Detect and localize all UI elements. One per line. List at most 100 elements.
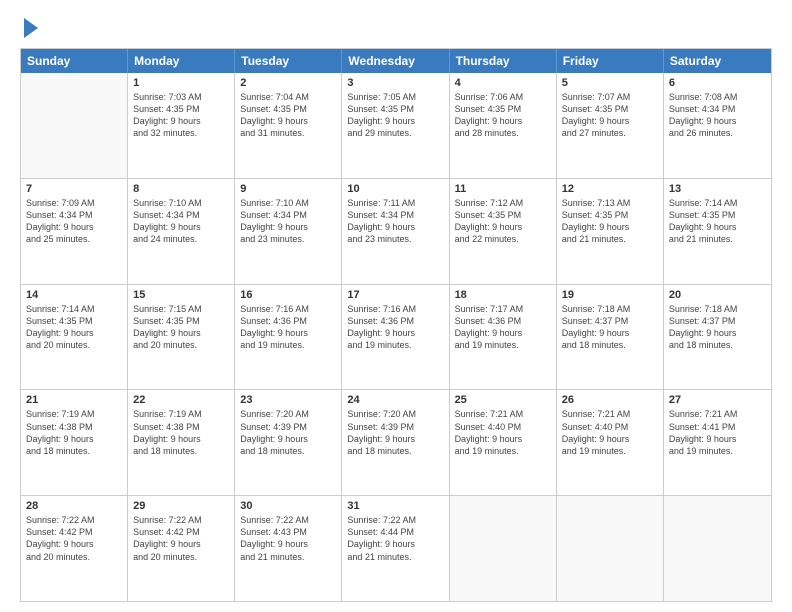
day-number: 3	[347, 77, 443, 89]
calendar-cell: 31 Sunrise: 7:22 AM Sunset: 4:44 PM Dayli…	[342, 496, 449, 601]
day-info: Sunrise: 7:20 AM Sunset: 4:39 PM Dayligh…	[240, 408, 336, 457]
day-info: Sunrise: 7:09 AM Sunset: 4:34 PM Dayligh…	[26, 197, 122, 246]
day-info: Sunrise: 7:16 AM Sunset: 4:36 PM Dayligh…	[347, 303, 443, 352]
logo	[20, 16, 38, 38]
day-number: 22	[133, 394, 229, 406]
calendar-row-1: 7 Sunrise: 7:09 AM Sunset: 4:34 PM Daylig…	[21, 178, 771, 284]
day-number: 16	[240, 289, 336, 301]
calendar-cell: 12 Sunrise: 7:13 AM Sunset: 4:35 PM Dayli…	[557, 179, 664, 284]
calendar-cell	[21, 73, 128, 178]
calendar-cell: 3 Sunrise: 7:05 AM Sunset: 4:35 PM Daylig…	[342, 73, 449, 178]
calendar-row-4: 28 Sunrise: 7:22 AM Sunset: 4:42 PM Dayli…	[21, 495, 771, 601]
day-info: Sunrise: 7:06 AM Sunset: 4:35 PM Dayligh…	[455, 91, 551, 140]
calendar-cell: 24 Sunrise: 7:20 AM Sunset: 4:39 PM Dayli…	[342, 390, 449, 495]
calendar-cell: 27 Sunrise: 7:21 AM Sunset: 4:41 PM Dayli…	[664, 390, 771, 495]
day-number: 24	[347, 394, 443, 406]
calendar-cell: 2 Sunrise: 7:04 AM Sunset: 4:35 PM Daylig…	[235, 73, 342, 178]
day-number: 2	[240, 77, 336, 89]
day-header-tuesday: Tuesday	[235, 49, 342, 73]
day-number: 18	[455, 289, 551, 301]
calendar-cell	[664, 496, 771, 601]
day-info: Sunrise: 7:22 AM Sunset: 4:42 PM Dayligh…	[133, 514, 229, 563]
day-number: 11	[455, 183, 551, 195]
day-number: 28	[26, 500, 122, 512]
day-header-monday: Monday	[128, 49, 235, 73]
day-number: 14	[26, 289, 122, 301]
calendar-cell: 15 Sunrise: 7:15 AM Sunset: 4:35 PM Dayli…	[128, 285, 235, 390]
day-number: 8	[133, 183, 229, 195]
day-header-sunday: Sunday	[21, 49, 128, 73]
calendar-cell: 25 Sunrise: 7:21 AM Sunset: 4:40 PM Dayli…	[450, 390, 557, 495]
calendar-cell: 8 Sunrise: 7:10 AM Sunset: 4:34 PM Daylig…	[128, 179, 235, 284]
calendar-cell	[450, 496, 557, 601]
calendar-row-3: 21 Sunrise: 7:19 AM Sunset: 4:38 PM Dayli…	[21, 389, 771, 495]
day-number: 26	[562, 394, 658, 406]
calendar-body: 1Sunrise: 7:03 AM Sunset: 4:35 PM Daylig…	[21, 73, 771, 601]
calendar-cell: 29 Sunrise: 7:22 AM Sunset: 4:42 PM Dayli…	[128, 496, 235, 601]
day-number: 30	[240, 500, 336, 512]
day-header-friday: Friday	[557, 49, 664, 73]
day-info: Sunrise: 7:18 AM Sunset: 4:37 PM Dayligh…	[669, 303, 766, 352]
day-number: 6	[669, 77, 766, 89]
day-number: 27	[669, 394, 766, 406]
day-info: Sunrise: 7:13 AM Sunset: 4:35 PM Dayligh…	[562, 197, 658, 246]
day-info: Sunrise: 7:22 AM Sunset: 4:43 PM Dayligh…	[240, 514, 336, 563]
calendar-cell: 18Sunrise: 7:17 AM Sunset: 4:36 PM Dayli…	[450, 285, 557, 390]
day-info: Sunrise: 7:22 AM Sunset: 4:44 PM Dayligh…	[347, 514, 443, 563]
day-number: 25	[455, 394, 551, 406]
calendar-cell: 19 Sunrise: 7:18 AM Sunset: 4:37 PM Dayli…	[557, 285, 664, 390]
calendar-cell: 5Sunrise: 7:07 AM Sunset: 4:35 PM Daylig…	[557, 73, 664, 178]
calendar-cell: 13 Sunrise: 7:14 AM Sunset: 4:35 PM Dayli…	[664, 179, 771, 284]
day-number: 13	[669, 183, 766, 195]
calendar-cell	[557, 496, 664, 601]
day-info: Sunrise: 7:12 AM Sunset: 4:35 PM Dayligh…	[455, 197, 551, 246]
calendar-cell: 21 Sunrise: 7:19 AM Sunset: 4:38 PM Dayli…	[21, 390, 128, 495]
day-number: 21	[26, 394, 122, 406]
day-number: 12	[562, 183, 658, 195]
day-number: 23	[240, 394, 336, 406]
calendar-cell: 11 Sunrise: 7:12 AM Sunset: 4:35 PM Dayli…	[450, 179, 557, 284]
calendar-header: SundayMondayTuesdayWednesdayThursdayFrid…	[21, 49, 771, 73]
day-info: Sunrise: 7:14 AM Sunset: 4:35 PM Dayligh…	[669, 197, 766, 246]
day-info: Sunrise: 7:21 AM Sunset: 4:41 PM Dayligh…	[669, 408, 766, 457]
day-header-saturday: Saturday	[664, 49, 771, 73]
day-number: 15	[133, 289, 229, 301]
day-info: Sunrise: 7:05 AM Sunset: 4:35 PM Dayligh…	[347, 91, 443, 140]
day-header-wednesday: Wednesday	[342, 49, 449, 73]
calendar-cell: 22 Sunrise: 7:19 AM Sunset: 4:38 PM Dayli…	[128, 390, 235, 495]
calendar-cell: 10Sunrise: 7:11 AM Sunset: 4:34 PM Dayli…	[342, 179, 449, 284]
day-info: Sunrise: 7:19 AM Sunset: 4:38 PM Dayligh…	[133, 408, 229, 457]
day-header-thursday: Thursday	[450, 49, 557, 73]
day-info: Sunrise: 7:15 AM Sunset: 4:35 PM Dayligh…	[133, 303, 229, 352]
day-info: Sunrise: 7:16 AM Sunset: 4:36 PM Dayligh…	[240, 303, 336, 352]
day-number: 10	[347, 183, 443, 195]
calendar-cell: 4 Sunrise: 7:06 AM Sunset: 4:35 PM Daylig…	[450, 73, 557, 178]
day-number: 5	[562, 77, 658, 89]
day-number: 29	[133, 500, 229, 512]
day-info: Sunrise: 7:10 AM Sunset: 4:34 PM Dayligh…	[133, 197, 229, 246]
calendar-cell: 7 Sunrise: 7:09 AM Sunset: 4:34 PM Daylig…	[21, 179, 128, 284]
calendar-cell: 30 Sunrise: 7:22 AM Sunset: 4:43 PM Dayli…	[235, 496, 342, 601]
calendar-row-2: 14Sunrise: 7:14 AM Sunset: 4:35 PM Dayli…	[21, 284, 771, 390]
day-number: 7	[26, 183, 122, 195]
day-info: Sunrise: 7:21 AM Sunset: 4:40 PM Dayligh…	[455, 408, 551, 457]
page: SundayMondayTuesdayWednesdayThursdayFrid…	[0, 0, 792, 612]
day-info: Sunrise: 7:18 AM Sunset: 4:37 PM Dayligh…	[562, 303, 658, 352]
day-info: Sunrise: 7:20 AM Sunset: 4:39 PM Dayligh…	[347, 408, 443, 457]
logo-arrow-icon	[24, 18, 38, 38]
day-number: 4	[455, 77, 551, 89]
calendar-cell: 6Sunrise: 7:08 AM Sunset: 4:34 PM Daylig…	[664, 73, 771, 178]
calendar-cell: 28 Sunrise: 7:22 AM Sunset: 4:42 PM Dayli…	[21, 496, 128, 601]
day-number: 17	[347, 289, 443, 301]
calendar-cell: 14Sunrise: 7:14 AM Sunset: 4:35 PM Dayli…	[21, 285, 128, 390]
day-info: Sunrise: 7:22 AM Sunset: 4:42 PM Dayligh…	[26, 514, 122, 563]
day-number: 1	[133, 77, 229, 89]
day-info: Sunrise: 7:19 AM Sunset: 4:38 PM Dayligh…	[26, 408, 122, 457]
day-info: Sunrise: 7:04 AM Sunset: 4:35 PM Dayligh…	[240, 91, 336, 140]
calendar-row-0: 1Sunrise: 7:03 AM Sunset: 4:35 PM Daylig…	[21, 73, 771, 178]
day-number: 31	[347, 500, 443, 512]
day-info: Sunrise: 7:21 AM Sunset: 4:40 PM Dayligh…	[562, 408, 658, 457]
calendar-cell: 17 Sunrise: 7:16 AM Sunset: 4:36 PM Dayli…	[342, 285, 449, 390]
day-number: 19	[562, 289, 658, 301]
calendar-cell: 9Sunrise: 7:10 AM Sunset: 4:34 PM Daylig…	[235, 179, 342, 284]
